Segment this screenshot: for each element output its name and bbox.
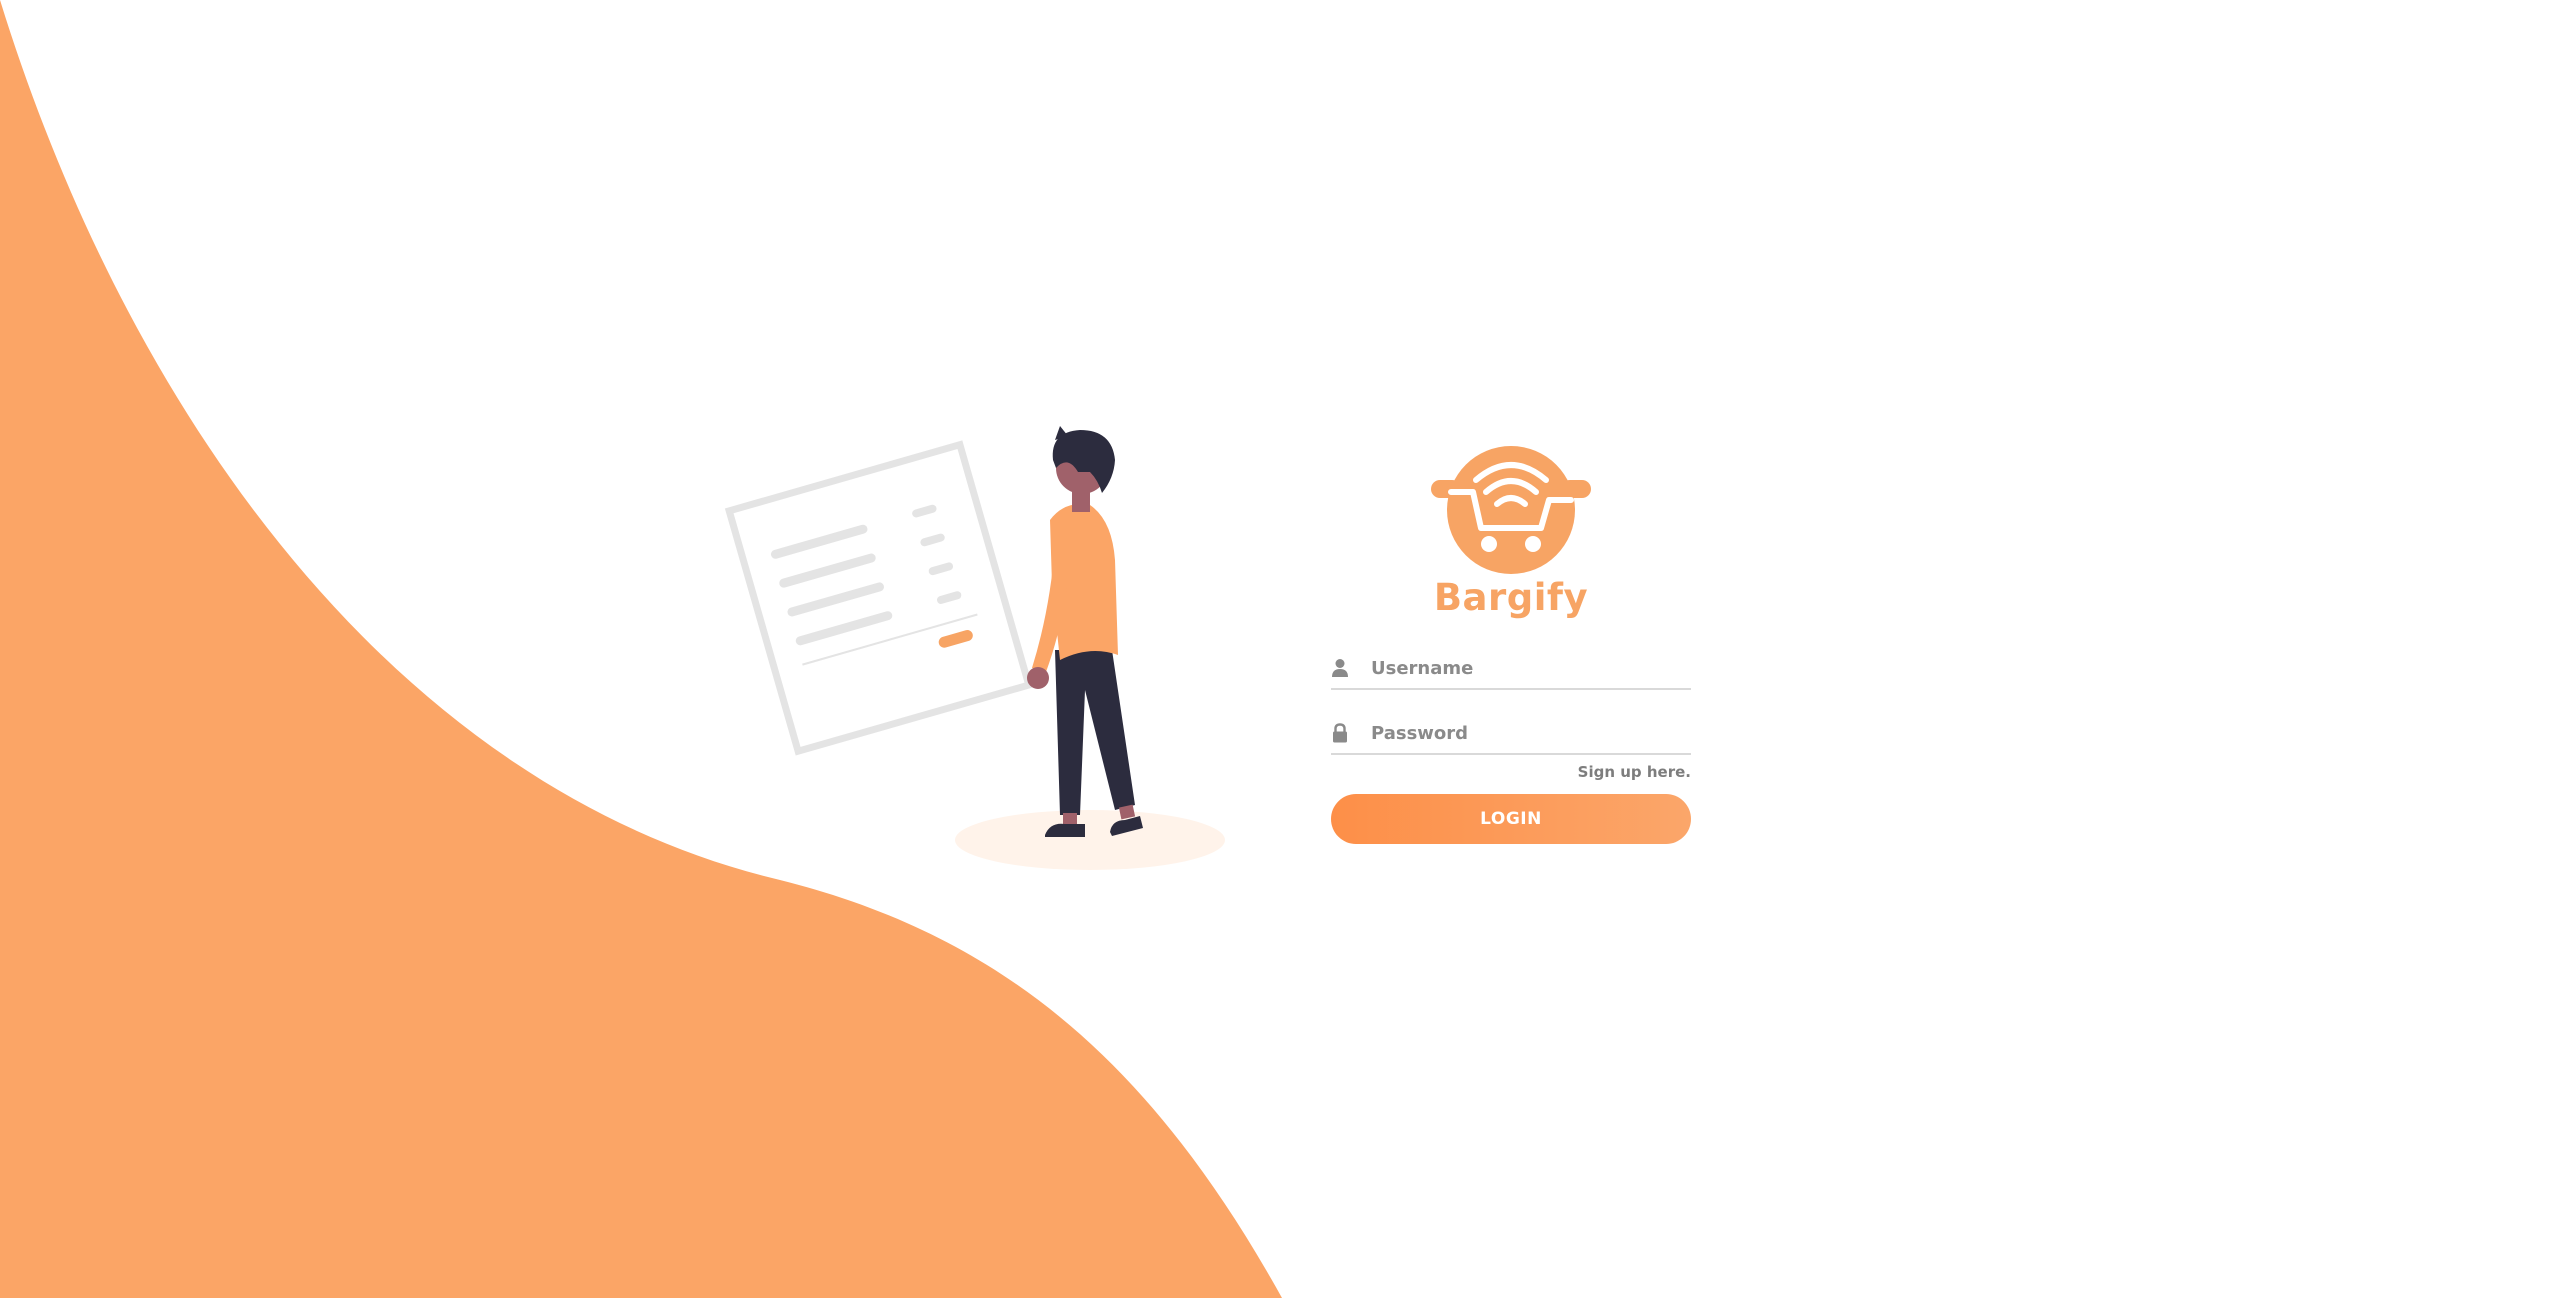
person-with-document-illustration: [724, 426, 1225, 870]
background-wave: [0, 0, 1282, 1298]
password-input[interactable]: [1371, 717, 1689, 749]
lock-icon: [1333, 723, 1347, 743]
username-field: [1331, 650, 1691, 690]
login-page: Bargify Sign up here. LOGIN: [0, 0, 2560, 1298]
username-input[interactable]: [1371, 652, 1689, 684]
user-icon: [1332, 659, 1348, 677]
password-field: [1331, 715, 1691, 755]
login-panel: Bargify Sign up here. LOGIN: [1331, 440, 1691, 860]
brand-name: Bargify: [1433, 576, 1589, 619]
signup-link[interactable]: Sign up here.: [1578, 763, 1691, 781]
login-button[interactable]: LOGIN: [1331, 794, 1691, 844]
